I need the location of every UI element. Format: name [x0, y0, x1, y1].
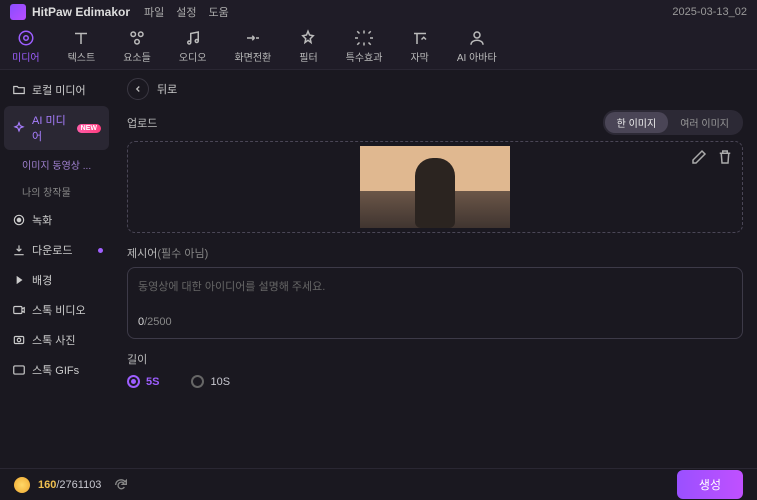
folder-icon	[12, 83, 26, 97]
app-name: HitPaw Edimakor	[32, 5, 130, 19]
coin-icon	[14, 477, 30, 493]
audio-icon	[184, 29, 202, 47]
video-icon	[12, 303, 26, 317]
back-label: 뒤로	[157, 81, 177, 97]
filter-icon	[299, 29, 317, 47]
trash-icon[interactable]	[716, 148, 734, 166]
avatar-icon	[468, 29, 486, 47]
refresh-icon[interactable]	[113, 477, 129, 493]
new-badge: NEW	[77, 124, 101, 133]
effects-icon	[355, 29, 373, 47]
sidebar: 로컬 미디어 AI 미디어 NEW 이미지 동영상 ... 나의 창작물 녹화 …	[0, 70, 113, 468]
sidebar-item-background[interactable]: 배경	[4, 266, 109, 294]
edit-icon[interactable]	[690, 148, 708, 166]
tab-elements[interactable]: 요소들	[123, 29, 151, 64]
titlebar: HitPaw Edimakor 파일 설정 도움 2025-03-13_02	[0, 0, 757, 24]
tab-text[interactable]: 텍스트	[68, 29, 96, 64]
prompt-textarea[interactable]: 동영상에 대한 아이디어를 설명해 주세요. 0/2500	[127, 267, 743, 339]
char-counter: 0/2500	[138, 316, 732, 328]
back-button[interactable]	[127, 78, 149, 100]
play-icon	[12, 273, 26, 287]
radio-10s[interactable]: 10S	[191, 375, 230, 388]
text-icon	[72, 29, 90, 47]
credits-counter: 160/2761103	[38, 479, 101, 491]
menu-help[interactable]: 도움	[209, 4, 229, 20]
sidebar-item-download[interactable]: 다운로드	[4, 236, 109, 264]
tab-ai-avatar[interactable]: AI 아바타	[457, 29, 497, 64]
tab-transition[interactable]: 화면전환	[234, 29, 271, 64]
media-icon	[17, 29, 35, 47]
gif-icon	[12, 363, 26, 377]
tab-filter[interactable]: 필터	[299, 29, 317, 64]
radio-5s[interactable]: 5S	[127, 375, 159, 388]
tab-subtitle[interactable]: 자막	[410, 29, 428, 64]
radio-circle-icon	[127, 375, 140, 388]
download-icon	[12, 243, 26, 257]
sparkle-icon	[12, 121, 26, 135]
sidebar-sub-image-to-video[interactable]: 이미지 동영상 ...	[4, 152, 109, 177]
uploaded-image-thumbnail[interactable]	[360, 146, 510, 228]
upload-label: 업로드	[127, 115, 157, 131]
tab-media[interactable]: 미디어	[12, 29, 40, 64]
length-radio-group: 5S 10S	[127, 375, 743, 388]
main-toolbar: 미디어 텍스트 요소들 오디오 화면전환 필터 특수효과 자막 AI 아바타	[0, 24, 757, 70]
pill-multi-image[interactable]: 여러 이미지	[668, 112, 741, 133]
subtitle-icon	[411, 29, 429, 47]
app-logo-icon	[10, 4, 26, 20]
elements-icon	[128, 29, 146, 47]
tab-effects[interactable]: 특수효과	[346, 29, 383, 64]
sidebar-item-record[interactable]: 녹화	[4, 206, 109, 234]
main-panel: 뒤로 업로드 한 이미지 여러 이미지 제시어(필수 아님) 동영상에 대한 아…	[113, 70, 757, 468]
sidebar-item-local-media[interactable]: 로컬 미디어	[4, 76, 109, 104]
upload-dropzone[interactable]	[127, 141, 743, 233]
transition-icon	[244, 29, 262, 47]
pill-single-image[interactable]: 한 이미지	[605, 112, 669, 133]
chevron-left-icon	[133, 84, 143, 94]
prompt-label: 제시어(필수 아님)	[127, 245, 743, 261]
generate-button[interactable]: 생성	[677, 470, 743, 499]
menu-settings[interactable]: 설정	[176, 4, 196, 20]
sidebar-item-stock-video[interactable]: 스톡 비디오	[4, 296, 109, 324]
menu-file[interactable]: 파일	[144, 4, 164, 20]
build-date: 2025-03-13_02	[672, 6, 747, 18]
prompt-placeholder: 동영상에 대한 아이디어를 설명해 주세요.	[138, 278, 732, 316]
record-icon	[12, 213, 26, 227]
notification-dot-icon	[98, 248, 103, 253]
length-label: 길이	[127, 351, 743, 367]
sidebar-item-ai-media[interactable]: AI 미디어 NEW	[4, 106, 109, 150]
tab-audio[interactable]: 오디오	[179, 29, 207, 64]
footer: 160/2761103 생성	[0, 468, 757, 500]
photo-icon	[12, 333, 26, 347]
sidebar-item-stock-photo[interactable]: 스톡 사진	[4, 326, 109, 354]
radio-circle-icon	[191, 375, 204, 388]
sidebar-sub-my-creations[interactable]: 나의 창작물	[4, 179, 109, 204]
image-count-toggle: 한 이미지 여러 이미지	[603, 110, 743, 135]
sidebar-item-stock-gifs[interactable]: 스톡 GIFs	[4, 356, 109, 384]
